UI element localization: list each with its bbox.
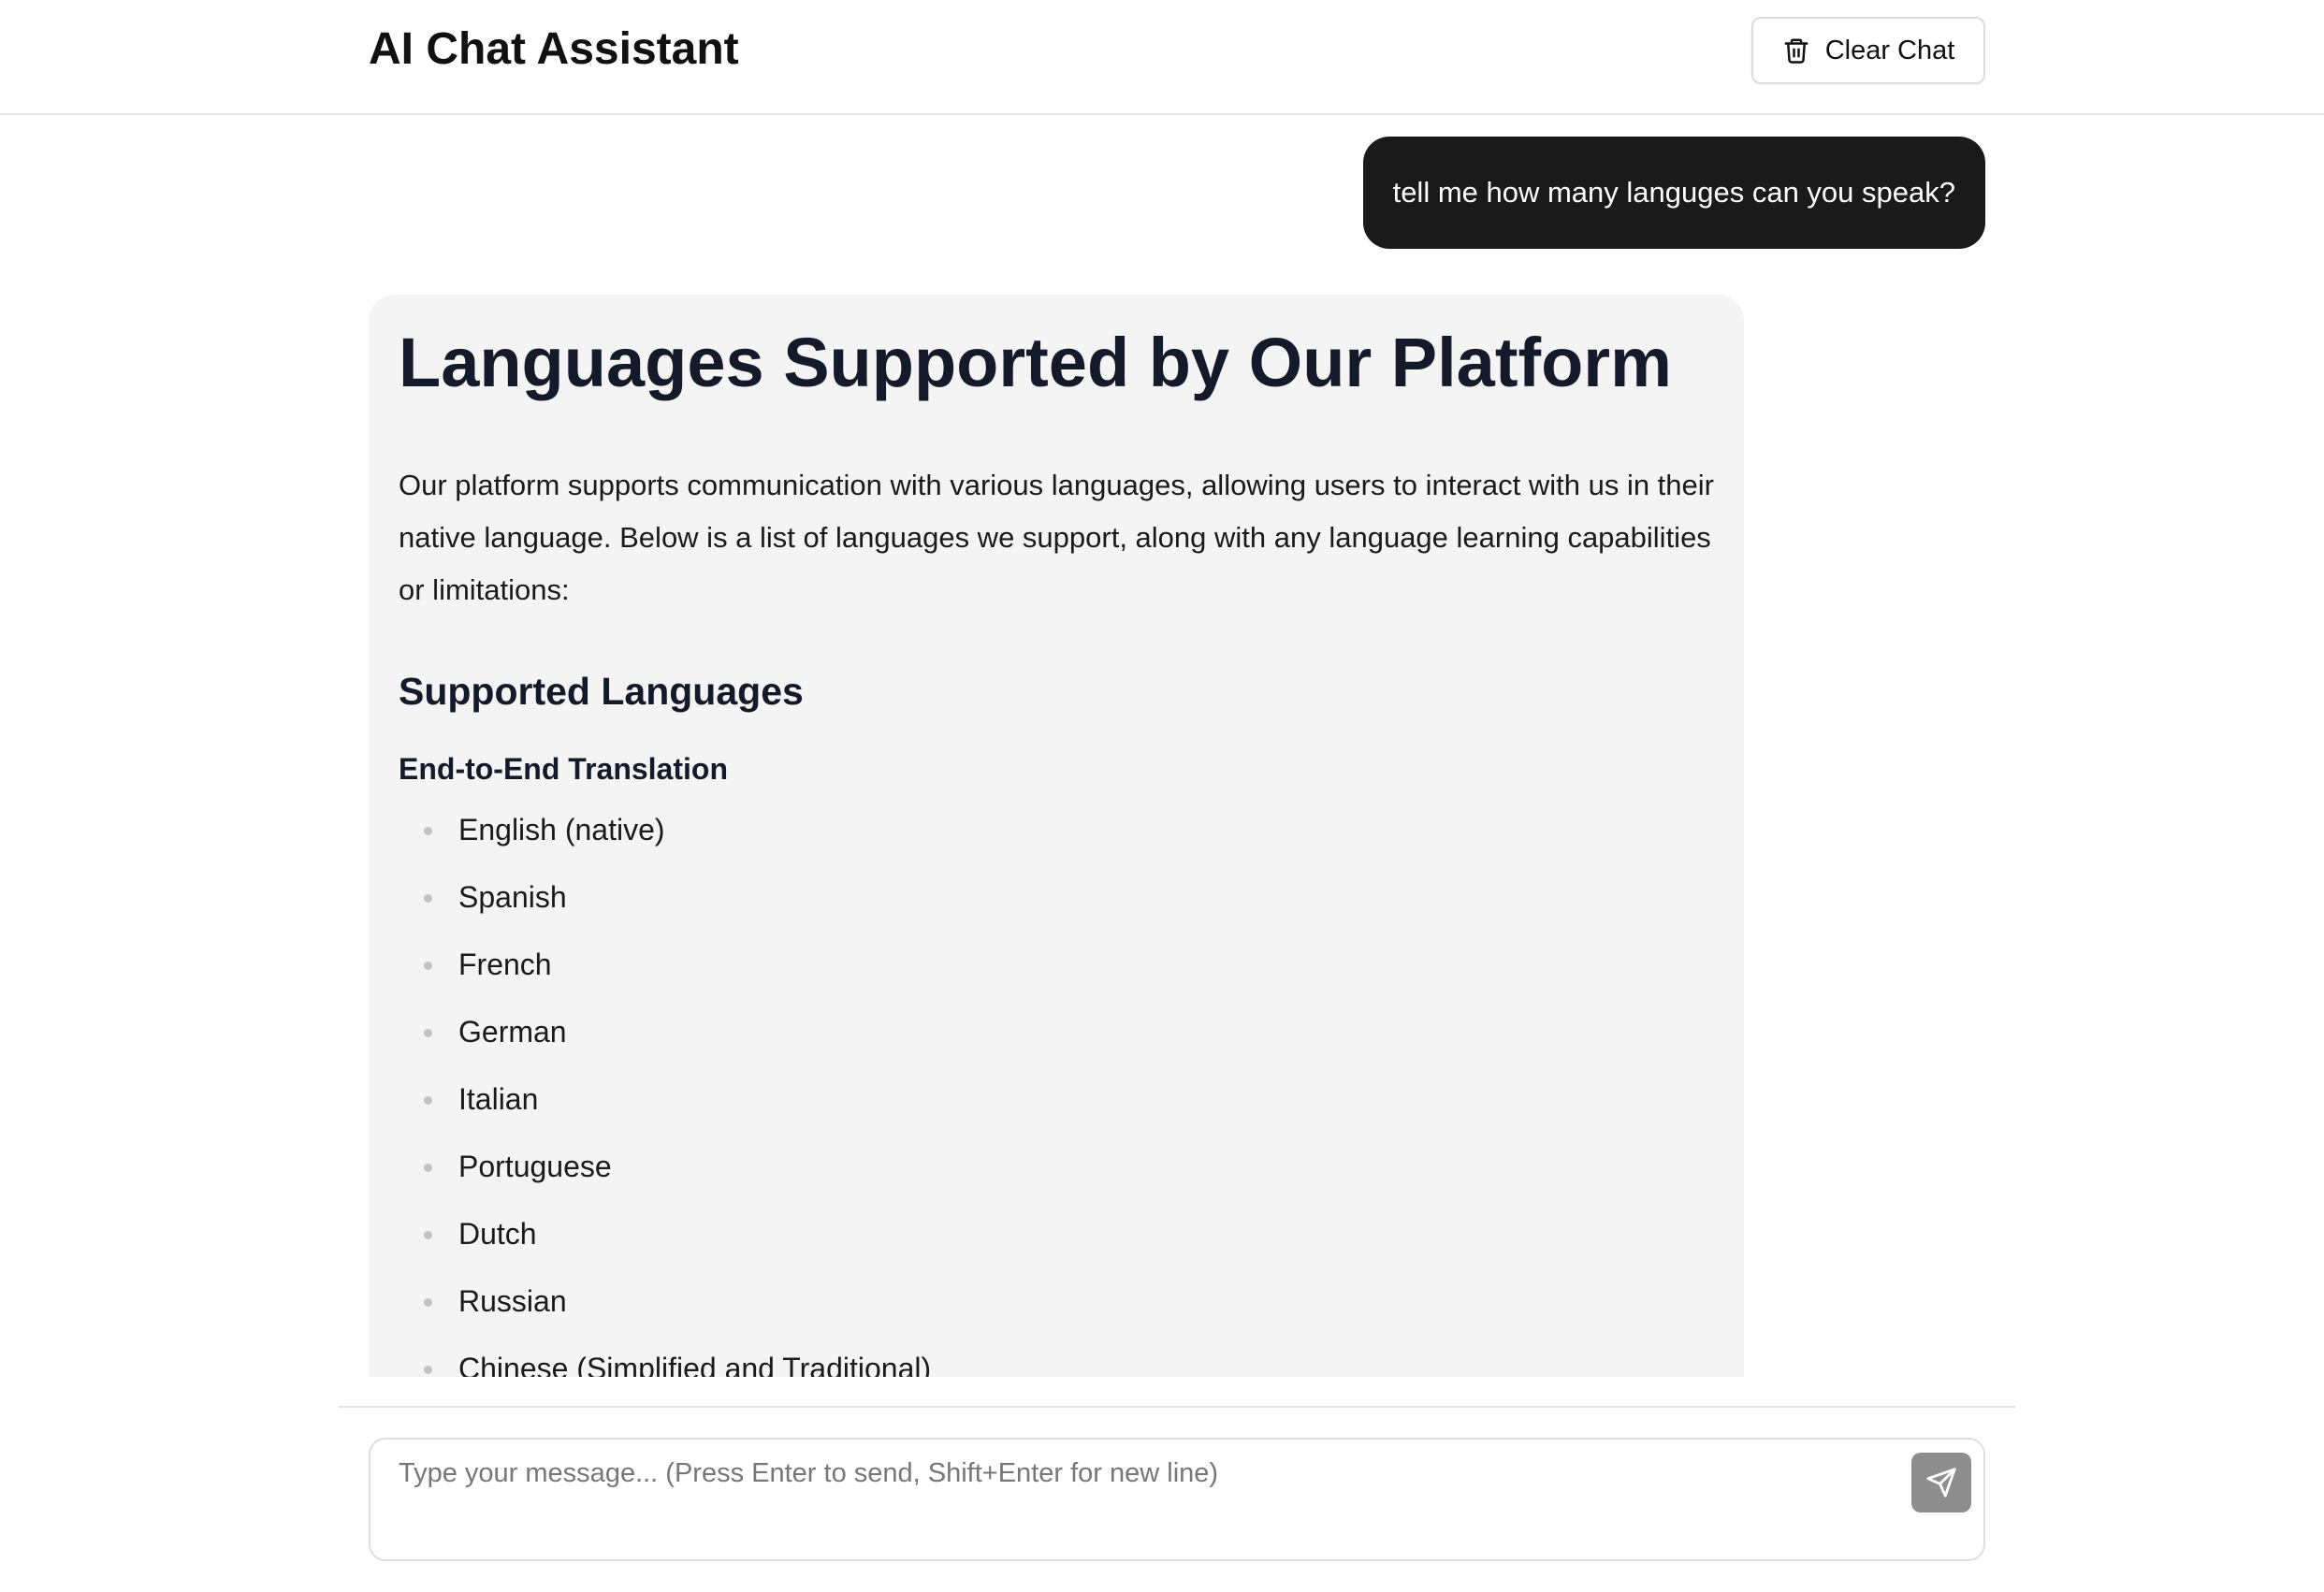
user-message-text: tell me how many languges can you speak? <box>1392 176 1955 209</box>
message-input[interactable] <box>399 1455 1877 1544</box>
language-list-item: Italian <box>399 1078 931 1146</box>
assistant-message-bubble: Languages Supported by Our Platform Our … <box>369 295 1744 1377</box>
response-section-heading: Supported Languages <box>399 670 804 713</box>
clear-chat-button[interactable]: Clear Chat <box>1751 17 1985 84</box>
response-title: Languages Supported by Our Platform <box>399 324 1672 401</box>
app-title: AI Chat Assistant <box>369 24 739 74</box>
user-message-bubble: tell me how many languges can you speak? <box>1362 137 1985 249</box>
language-list: English (native) Spanish French German I… <box>399 809 931 1377</box>
clear-chat-label: Clear Chat <box>1824 35 1955 65</box>
chat-messages[interactable]: tell me how many languges can you speak?… <box>0 117 2324 1377</box>
message-composer <box>369 1438 1985 1561</box>
language-list-item: Dutch <box>399 1213 931 1281</box>
language-list-item: Chinese (Simplified and Traditional) <box>399 1348 931 1377</box>
language-list-item: Portuguese <box>399 1146 931 1213</box>
response-intro: Our platform supports communication with… <box>399 469 1714 606</box>
send-icon <box>1925 1467 1957 1498</box>
send-button[interactable] <box>1911 1453 1971 1512</box>
language-list-item: French <box>399 944 931 1011</box>
language-list-item: English (native) <box>399 809 931 876</box>
response-subsection-heading: End-to-End Translation <box>399 752 728 786</box>
language-list-item: German <box>399 1011 931 1078</box>
language-list-item: Russian <box>399 1281 931 1348</box>
composer-divider <box>339 1406 2015 1408</box>
trash-icon <box>1782 36 1810 65</box>
app-header: AI Chat Assistant Clear Chat <box>0 0 2324 115</box>
language-list-item: Spanish <box>399 876 931 944</box>
